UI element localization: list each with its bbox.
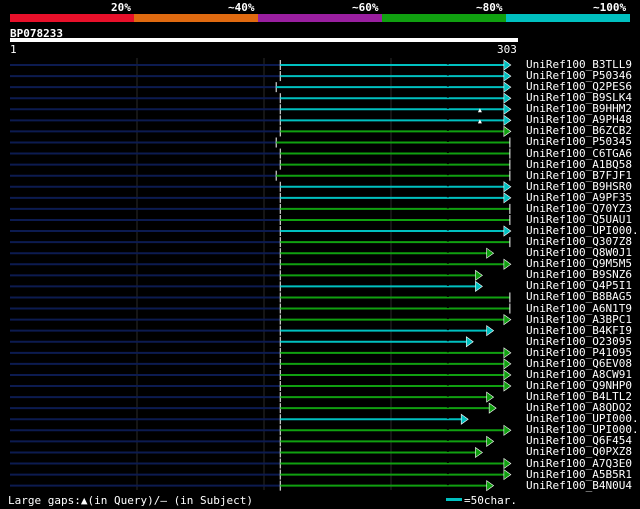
alignment-arrow bbox=[503, 103, 512, 115]
hit-label[interactable]: UniRef100_C6TGA6 bbox=[526, 148, 632, 159]
alignment-arrow bbox=[503, 314, 512, 326]
alignment-arrow bbox=[475, 446, 483, 459]
alignment-arrow bbox=[503, 457, 512, 470]
alignment-arrow bbox=[503, 192, 512, 204]
alignment-arrow bbox=[503, 70, 512, 82]
alignment-arrow bbox=[486, 391, 495, 403]
hit-label[interactable]: UniRef100_A5B5R1 bbox=[526, 469, 632, 480]
alignment-arrow bbox=[460, 413, 469, 425]
alignment-arrow bbox=[486, 325, 495, 337]
alignment-arrow bbox=[503, 92, 512, 104]
alignment-arrow bbox=[503, 114, 512, 126]
alignment-arrow bbox=[503, 380, 512, 392]
scale-swatch bbox=[446, 498, 462, 501]
alignment-arrow bbox=[475, 269, 483, 281]
alignment-arrow bbox=[503, 181, 512, 193]
alignment-arrow bbox=[503, 59, 512, 71]
hit-label[interactable]: UniRef100_A3BPC1 bbox=[526, 314, 632, 325]
alignment-arrow bbox=[475, 280, 483, 292]
alignment-arrow bbox=[486, 247, 495, 259]
alignment-arrow bbox=[503, 125, 512, 138]
alignment-arrow bbox=[503, 81, 512, 93]
hit-label[interactable]: UniRef100_P50345 bbox=[526, 136, 632, 147]
hit-label[interactable]: UniRef100_B4N0U4 bbox=[526, 480, 632, 491]
alignment-arrow bbox=[503, 225, 512, 237]
alignment-arrow bbox=[503, 424, 512, 436]
scale-label: =50char. bbox=[464, 494, 517, 507]
hit-label[interactable]: UniRef100_Q0PXZ8 bbox=[526, 446, 632, 457]
alignment-arrow bbox=[465, 336, 474, 348]
hit-label[interactable]: UniRef100_A6N1T9 bbox=[526, 303, 632, 314]
alignment-arrow bbox=[486, 435, 495, 447]
alignment-arrow bbox=[503, 358, 512, 370]
alignment-arrow bbox=[503, 258, 512, 270]
alignment-arrow bbox=[488, 402, 497, 414]
hit-label[interactable]: UniRef100_A7Q3E0 bbox=[526, 458, 632, 469]
hit-label[interactable]: UniRef100_B8BAG5 bbox=[526, 291, 632, 302]
alignment-arrow bbox=[486, 480, 495, 492]
hit-label[interactable]: UniRef100_A1BQ58 bbox=[526, 159, 632, 170]
alignment-arrow bbox=[503, 369, 512, 381]
alignment-arrow bbox=[503, 347, 512, 359]
gap-legend: Large gaps:▲(in Query)/– (in Subject) bbox=[8, 494, 254, 507]
alignment-arrow bbox=[503, 469, 512, 481]
